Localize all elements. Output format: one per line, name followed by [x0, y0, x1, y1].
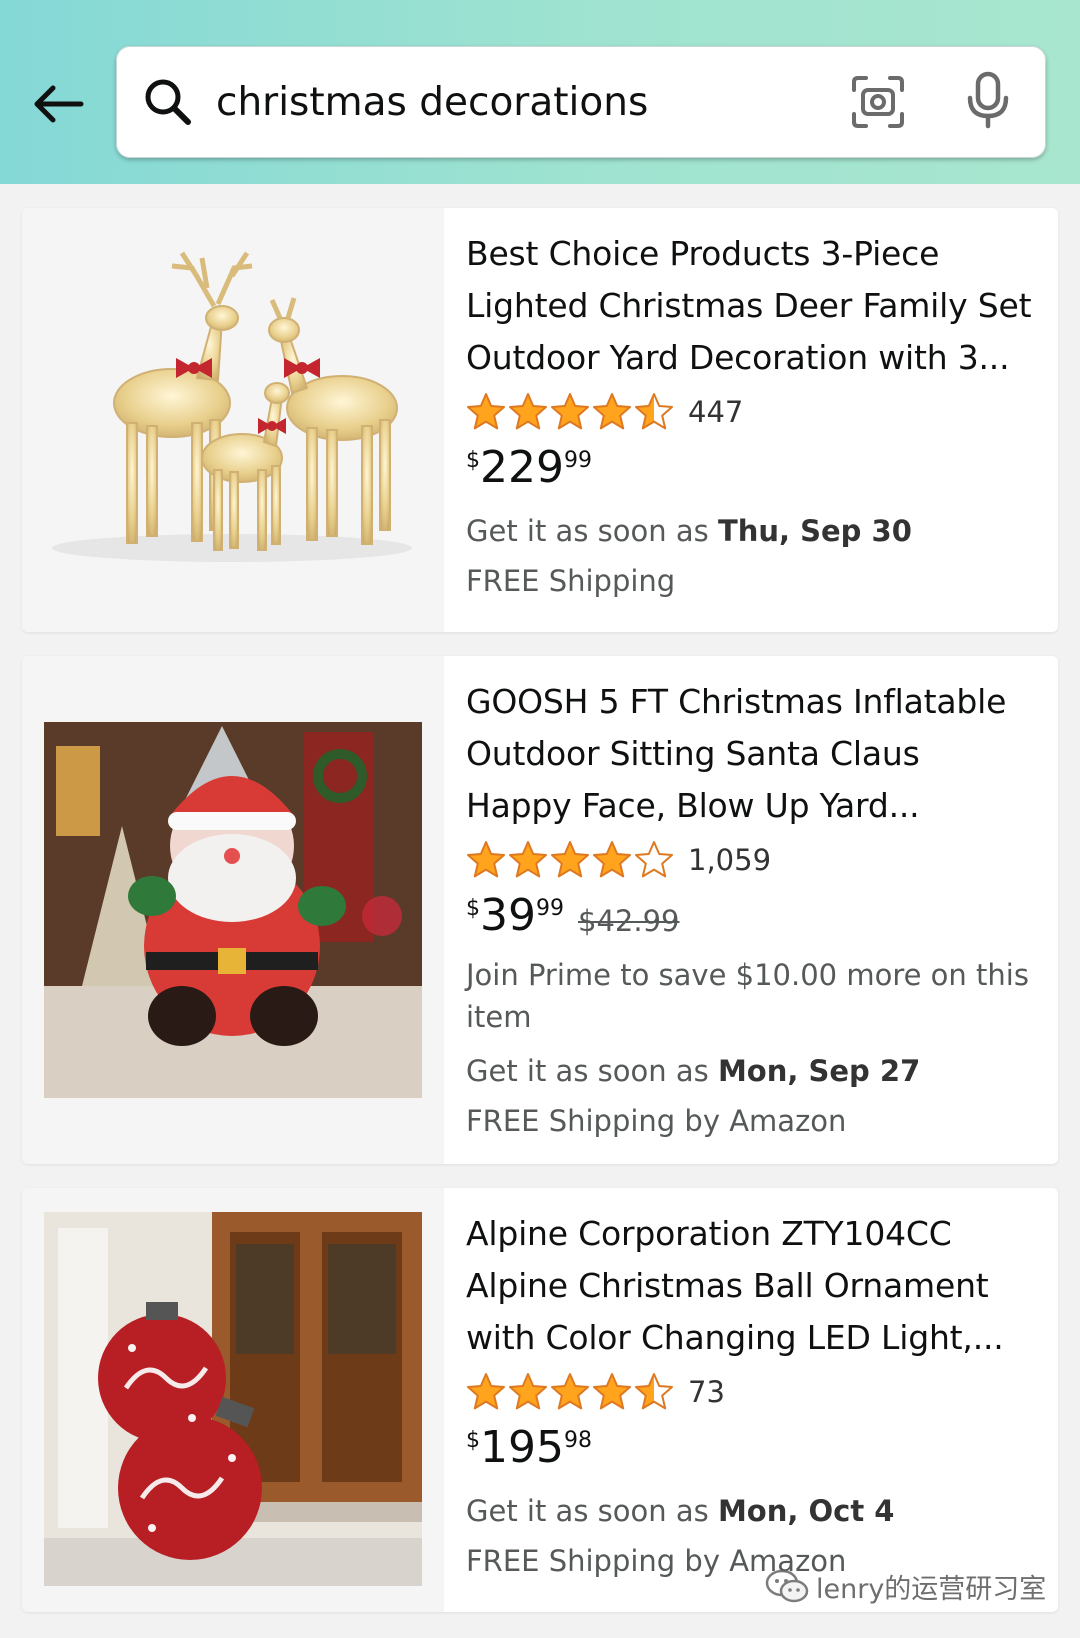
- list-price: $42.99: [578, 904, 680, 938]
- star-full-icon: [467, 393, 505, 430]
- price: $ 195 98: [466, 1422, 592, 1473]
- product-info: Alpine Corporation ZTY104CC Alpine Chris…: [466, 1208, 1036, 1582]
- shipping-info: FREE Shipping by Amazon: [466, 1104, 847, 1138]
- arrow-left-icon[interactable]: [31, 84, 85, 124]
- camera-scan-icon[interactable]: [850, 74, 906, 130]
- search-input[interactable]: [216, 68, 776, 136]
- product-title[interactable]: GOOSH 5 FT Christmas Inflatable Outdoor …: [466, 676, 1036, 832]
- product-image[interactable]: [22, 656, 444, 1164]
- star-rating: [466, 392, 676, 432]
- product-info: GOOSH 5 FT Christmas Inflatable Outdoor …: [466, 676, 1036, 1142]
- star-empty-icon: [635, 841, 673, 878]
- lighted-deer-image: [52, 251, 412, 562]
- star-full-icon: [593, 1373, 631, 1410]
- prime-savings-note[interactable]: Join Prime to save $10.00 more on this i…: [466, 954, 1036, 1038]
- product-title[interactable]: Alpine Corporation ZTY104CC Alpine Chris…: [466, 1208, 1036, 1364]
- inflatable-santa-image: [44, 722, 422, 1098]
- rating-row[interactable]: 1,059: [466, 838, 1036, 882]
- review-count[interactable]: 447: [688, 395, 743, 429]
- product-card[interactable]: Alpine Corporation ZTY104CC Alpine Chris…: [22, 1188, 1058, 1612]
- christmas-ball-image: [44, 1212, 422, 1586]
- star-full-icon: [467, 1373, 505, 1410]
- delivery-info: Get it as soon as Mon, Sep 27: [466, 1054, 921, 1088]
- price: $ 229 99: [466, 442, 592, 493]
- magnifier-icon: [145, 79, 191, 125]
- delivery-info: Get it as soon as Thu, Sep 30: [466, 514, 912, 548]
- star-full-icon: [509, 393, 547, 430]
- delivery-info: Get it as soon as Mon, Oct 4: [466, 1494, 895, 1528]
- product-info: Best Choice Products 3-Piece Lighted Chr…: [466, 228, 1036, 602]
- review-count[interactable]: 73: [688, 1375, 725, 1409]
- star-full-icon: [551, 393, 589, 430]
- product-title[interactable]: Best Choice Products 3-Piece Lighted Chr…: [466, 228, 1036, 384]
- wechat-icon: [765, 1569, 809, 1603]
- search-header: [0, 0, 1080, 184]
- product-card[interactable]: Best Choice Products 3-Piece Lighted Chr…: [22, 208, 1058, 632]
- watermark: lenry的运营研习室: [764, 1564, 1046, 1608]
- star-rating: [466, 1372, 676, 1412]
- price: $ 39 99 $42.99: [466, 890, 680, 941]
- star-full-icon: [467, 841, 505, 878]
- product-image[interactable]: [22, 1188, 444, 1612]
- search-box[interactable]: [116, 46, 1046, 158]
- product-card[interactable]: GOOSH 5 FT Christmas Inflatable Outdoor …: [22, 656, 1058, 1164]
- review-count[interactable]: 1,059: [688, 843, 771, 877]
- microphone-icon[interactable]: [960, 70, 1016, 132]
- star-rating: [466, 840, 676, 880]
- rating-row[interactable]: 447: [466, 390, 1036, 434]
- star-full-icon: [509, 841, 547, 878]
- star-full-icon: [551, 841, 589, 878]
- back-button[interactable]: [28, 76, 88, 132]
- star-half-icon: [635, 1373, 673, 1410]
- star-half-icon: [635, 393, 673, 430]
- star-full-icon: [593, 841, 631, 878]
- shipping-info: FREE Shipping: [466, 564, 676, 598]
- star-full-icon: [593, 393, 631, 430]
- star-full-icon: [551, 1373, 589, 1410]
- product-image[interactable]: [22, 208, 444, 632]
- star-full-icon: [509, 1373, 547, 1410]
- rating-row[interactable]: 73: [466, 1370, 1036, 1414]
